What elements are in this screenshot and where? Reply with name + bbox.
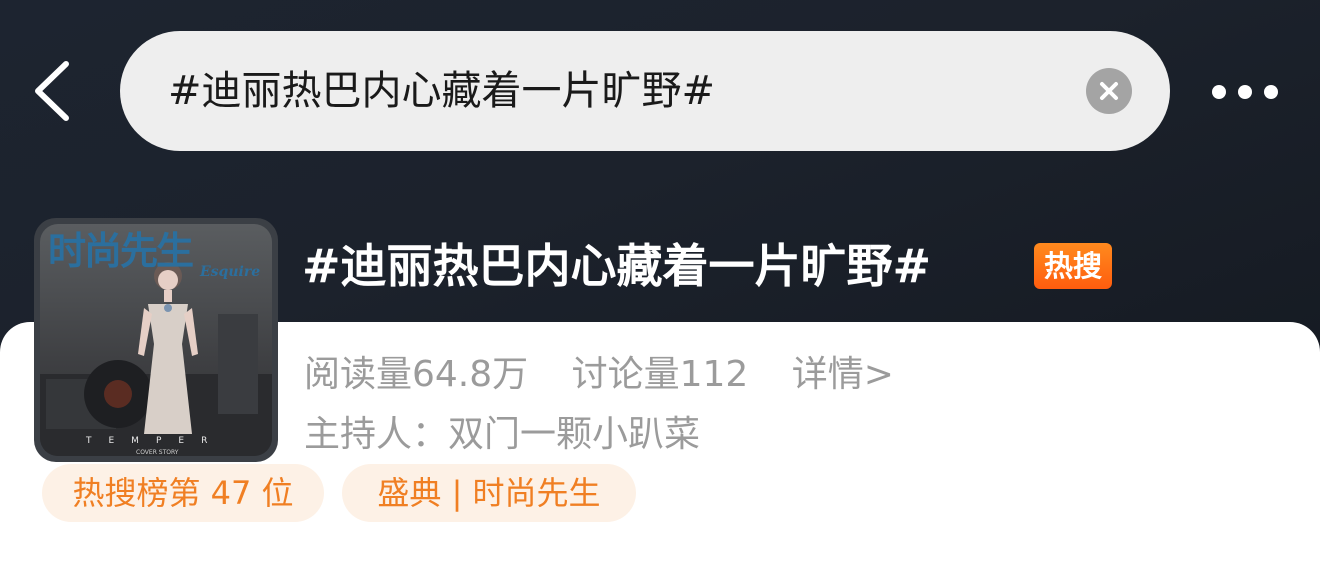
more-options-button[interactable] [1205, 74, 1285, 110]
magazine-cover: 时尚先生 Esquire TEMPER COVER STORY [40, 224, 272, 456]
topic-stats: 阅读量64.8万 讨论量112 详情> [304, 352, 926, 398]
hot-search-rank-tag[interactable]: 热搜榜第 47 位 [42, 464, 324, 522]
topic-host[interactable]: 主持人：双门一颗小趴菜 [304, 412, 700, 458]
details-link[interactable]: 详情> [792, 354, 894, 395]
topic-title: #迪丽热巴内心藏着一片旷野# [302, 239, 932, 293]
event-tag[interactable]: 盛典 | 时尚先生 [342, 464, 636, 522]
clear-search-button[interactable] [1086, 68, 1132, 114]
cover-bottom-word: TEMPER [86, 436, 225, 446]
hot-search-badge: 热搜 [1034, 243, 1112, 289]
read-count: 阅读量64.8万 [304, 354, 529, 395]
back-button[interactable] [30, 60, 80, 122]
topic-cover-image[interactable]: 时尚先生 Esquire TEMPER COVER STORY [34, 218, 278, 462]
close-icon [1100, 82, 1118, 100]
discussion-count: 讨论量112 [571, 354, 749, 395]
search-bar[interactable]: #迪丽热巴内心藏着一片旷野# [120, 31, 1170, 151]
more-horizontal-icon [1212, 85, 1278, 99]
chevron-left-icon [35, 61, 69, 121]
search-input[interactable]: #迪丽热巴内心藏着一片旷野# [168, 31, 715, 151]
cover-magazine-subtitle: Esquire [200, 264, 261, 280]
cover-caption: COVER STORY [136, 449, 179, 456]
cover-magazine-title: 时尚先生 [48, 228, 194, 273]
